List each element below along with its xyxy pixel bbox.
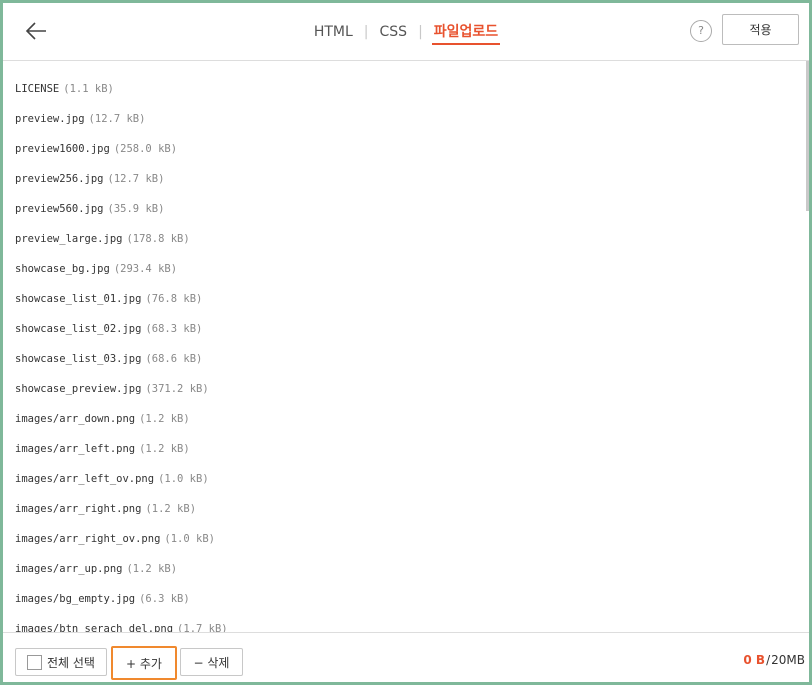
- file-name: images/arr_left.png: [15, 443, 136, 455]
- select-all-button[interactable]: 전체 선택: [15, 648, 107, 676]
- dialog-header: HTML | CSS | 파일업로드 ? 적용: [3, 3, 809, 61]
- file-size: (258.0 kB): [113, 143, 178, 155]
- file-item[interactable]: preview_large.jpg (178.8 kB): [3, 224, 809, 254]
- tab-css[interactable]: CSS: [378, 24, 410, 42]
- file-name: LICENSE: [15, 83, 60, 95]
- file-item[interactable]: preview.jpg (12.7 kB): [3, 104, 809, 134]
- checkbox-icon[interactable]: [27, 654, 42, 670]
- file-name: showcase_bg.jpg: [15, 263, 110, 275]
- file-size: (12.7 kB): [88, 113, 146, 125]
- file-size: (371.2 kB): [145, 383, 209, 395]
- delete-file-button[interactable]: − 삭제: [180, 648, 243, 676]
- file-name: images/arr_left_ov.png: [15, 473, 155, 485]
- file-size: (178.8 kB): [126, 233, 190, 245]
- file-size: (293.4 kB): [113, 263, 178, 275]
- file-item[interactable]: showcase_list_03.jpg (68.6 kB): [3, 344, 809, 374]
- tab-bar: HTML | CSS | 파일업로드: [3, 21, 809, 45]
- apply-button[interactable]: 적용: [722, 14, 799, 45]
- file-size: (76.8 kB): [145, 293, 203, 305]
- file-item[interactable]: preview256.jpg (12.7 kB): [3, 164, 809, 194]
- file-item[interactable]: images/bg_empty.jpg (6.3 kB): [3, 584, 809, 614]
- tab-file-upload[interactable]: 파일업로드: [431, 21, 501, 45]
- file-list: LICENSE (1.1 kB) preview.jpg (12.7 kB) previ…: [3, 61, 809, 632]
- file-size: (1.0 kB): [164, 533, 215, 545]
- file-item[interactable]: images/arr_left_ov.png (1.0 kB): [3, 464, 809, 494]
- file-name: images/arr_down.png: [15, 413, 136, 425]
- file-item[interactable]: showcase_list_01.jpg (76.8 kB): [3, 284, 809, 314]
- file-name: images/arr_right.png: [15, 503, 142, 515]
- file-size: (1.2 kB): [126, 563, 178, 575]
- file-name: showcase_list_02.jpg: [15, 323, 142, 335]
- tab-html[interactable]: HTML: [312, 24, 355, 42]
- file-name: preview560.jpg: [15, 203, 104, 215]
- file-size: (1.2 kB): [139, 443, 190, 455]
- file-size: (1.0 kB): [158, 473, 209, 485]
- file-name: images/btn_serach_del.png: [15, 623, 174, 632]
- file-name: images/arr_right_ov.png: [15, 533, 161, 545]
- storage-usage: 0 B/20MB: [743, 653, 805, 667]
- file-item[interactable]: preview560.jpg (35.9 kB): [3, 194, 809, 224]
- delete-file-label: − 삭제: [193, 655, 230, 670]
- file-name: preview256.jpg: [15, 173, 104, 185]
- file-item[interactable]: preview1600.jpg (258.0 kB): [3, 134, 809, 164]
- file-upload-dialog: HTML | CSS | 파일업로드 ? 적용 LICENSE (1.1 kB) previ…: [0, 0, 812, 685]
- add-file-button[interactable]: + 추가: [111, 646, 177, 680]
- dialog-footer: 전체 선택 + 추가 − 삭제 0 B/20MB: [3, 632, 809, 682]
- usage-separator: /: [766, 653, 771, 667]
- file-item[interactable]: showcase_preview.jpg (371.2 kB): [3, 374, 809, 404]
- file-name: preview.jpg: [15, 113, 85, 125]
- tab-separator: |: [418, 24, 423, 40]
- add-file-label: + 추가: [126, 656, 162, 671]
- scrollbar[interactable]: [806, 61, 809, 211]
- file-item[interactable]: images/arr_right.png (1.2 kB): [3, 494, 809, 524]
- file-name: preview_large.jpg: [15, 233, 123, 245]
- file-item[interactable]: showcase_bg.jpg (293.4 kB): [3, 254, 809, 284]
- file-size: (1.2 kB): [145, 503, 197, 515]
- file-item[interactable]: images/btn_serach_del.png (1.7 kB): [3, 614, 809, 632]
- file-item[interactable]: images/arr_up.png (1.2 kB): [3, 554, 809, 584]
- file-item[interactable]: showcase_list_02.jpg (68.3 kB): [3, 314, 809, 344]
- file-name: images/arr_up.png: [15, 563, 123, 575]
- help-icon[interactable]: ?: [690, 20, 712, 42]
- file-item[interactable]: images/arr_right_ov.png (1.0 kB): [3, 524, 809, 554]
- file-size: (1.1 kB): [63, 83, 114, 95]
- file-item[interactable]: images/arr_down.png (1.2 kB): [3, 404, 809, 434]
- file-name: images/bg_empty.jpg: [15, 593, 136, 605]
- file-name: showcase_list_03.jpg: [15, 353, 142, 365]
- file-size: (6.3 kB): [139, 593, 190, 605]
- file-name: showcase_list_01.jpg: [15, 293, 142, 305]
- file-size: (1.2 kB): [139, 413, 190, 425]
- file-size: (35.9 kB): [107, 203, 165, 215]
- file-size: (68.3 kB): [145, 323, 203, 335]
- file-size: (68.6 kB): [145, 353, 203, 365]
- storage-limit: 20MB: [771, 653, 805, 667]
- select-all-label: 전체 선택: [47, 655, 95, 670]
- file-size: (12.7 kB): [107, 173, 165, 185]
- file-size: (1.7 kB): [177, 623, 228, 632]
- file-item[interactable]: LICENSE (1.1 kB): [3, 74, 809, 104]
- file-name: showcase_preview.jpg: [15, 383, 142, 395]
- file-name: preview1600.jpg: [15, 143, 110, 155]
- storage-used: 0 B: [743, 653, 766, 667]
- tab-separator: |: [363, 24, 369, 40]
- file-item[interactable]: images/arr_left.png (1.2 kB): [3, 434, 809, 464]
